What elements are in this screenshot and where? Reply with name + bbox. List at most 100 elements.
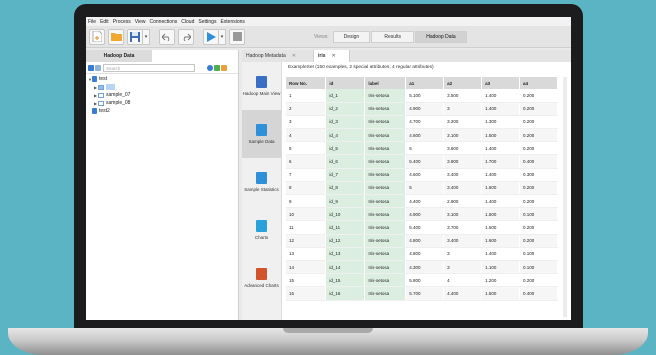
- table-cell: 8: [286, 181, 327, 196]
- menu-extensions[interactable]: Extensions: [220, 19, 244, 25]
- table-row[interactable]: 10 id_10 Iris-setosa 4.900 3.100 1.500 0.100: [286, 207, 558, 222]
- search-input[interactable]: Search: [103, 63, 195, 72]
- column-header[interactable]: Row No.: [286, 77, 327, 89]
- sample-statistics-icon: [256, 171, 267, 184]
- view-hadoop-data-button[interactable]: Hadoop Data: [415, 31, 467, 43]
- column-header[interactable]: a3: [481, 77, 521, 89]
- filter-icon[interactable]: [95, 64, 101, 71]
- close-icon[interactable]: ✕: [292, 53, 296, 59]
- tree-item-test[interactable]: ▼ test: [88, 75, 236, 83]
- nav-hadoop-main-view[interactable]: Hadoop Main View: [242, 62, 281, 110]
- column-header[interactable]: a2: [443, 77, 483, 89]
- tab-iris[interactable]: iris ✕: [314, 50, 350, 62]
- table-row[interactable]: 15 id_15 Iris-setosa 5.800 4 1.200 0.200: [286, 273, 558, 288]
- table-cell: Iris-setosa: [364, 154, 407, 169]
- run-icon: [206, 31, 216, 42]
- table-cell: 3.200: [443, 115, 483, 130]
- menu-settings[interactable]: Settings: [198, 19, 216, 25]
- edit-icon[interactable]: [221, 64, 227, 71]
- table-row[interactable]: 6 id_6 Iris-setosa 5.400 3.900 1.700 0.400: [286, 154, 558, 169]
- nav-charts[interactable]: Charts: [242, 206, 281, 254]
- save-dropdown[interactable]: ▾: [143, 28, 150, 45]
- tab-label: Hadoop Metadata: [246, 53, 286, 59]
- table-row[interactable]: 3 id_3 Iris-setosa 4.700 3.200 1.300 0.200: [286, 115, 558, 130]
- open-button[interactable]: [108, 28, 124, 45]
- new-process-button[interactable]: [89, 28, 105, 45]
- nav-sample-data[interactable]: Sample Data: [242, 110, 281, 158]
- table-row[interactable]: 8 id_8 Iris-setosa 5 3.400 1.500 0.200: [286, 181, 558, 196]
- table-row[interactable]: 11 id_11 Iris-setosa 5.400 3.700 1.500 0.200: [286, 220, 558, 235]
- table-cell: id_1: [325, 89, 366, 103]
- table-cell: 9: [286, 194, 327, 209]
- refresh-icon[interactable]: [207, 64, 213, 71]
- table-cell: 0.100: [519, 207, 558, 222]
- tab-hadoop-metadata[interactable]: Hadoop Metadata ✕: [242, 50, 314, 62]
- nav-advanced-charts[interactable]: Advanced Charts: [242, 254, 281, 302]
- undo-button[interactable]: [159, 28, 175, 45]
- table-cell: 3.400: [443, 181, 483, 196]
- import-icon[interactable]: [214, 64, 220, 71]
- table-cell: id_8: [325, 181, 366, 196]
- stop-button[interactable]: [229, 28, 245, 45]
- menu-connections[interactable]: Connections: [150, 19, 178, 25]
- views-label: Views:: [314, 34, 329, 40]
- table-row[interactable]: 7 id_7 Iris-setosa 4.600 3.400 1.400 0.300: [286, 168, 558, 182]
- run-button[interactable]: [203, 28, 219, 45]
- sample-data-view: ExampleSet (150 examples, 2 special attr…: [282, 62, 571, 320]
- table-row[interactable]: 1 id_1 Iris-setosa 5.100 3.500 1.400 0.200: [286, 89, 558, 103]
- results-tabs: Hadoop Metadata ✕ iris ✕: [242, 50, 571, 62]
- view-results-button[interactable]: Results: [371, 31, 415, 43]
- table-cell: 5.700: [405, 286, 445, 301]
- redo-button[interactable]: [178, 28, 194, 45]
- nav-label: Sample Data: [248, 138, 275, 144]
- save-button[interactable]: [127, 28, 143, 45]
- column-header[interactable]: a1: [405, 77, 445, 89]
- table-cell: 5: [405, 141, 445, 156]
- tree-item-test2[interactable]: test2: [88, 107, 236, 115]
- table-scrollbar[interactable]: [563, 77, 567, 317]
- menu-file[interactable]: File: [88, 19, 96, 25]
- menu-edit[interactable]: Edit: [100, 19, 109, 25]
- add-connection-icon[interactable]: [88, 64, 94, 71]
- table-cell: id_16: [325, 286, 366, 301]
- column-header[interactable]: label: [364, 77, 407, 89]
- tree-item-sample-08[interactable]: ▶ sample_08: [88, 99, 236, 107]
- run-dropdown[interactable]: ▾: [219, 28, 226, 45]
- table-row[interactable]: 14 id_14 Iris-setosa 4.300 3 1.100 0.100: [286, 260, 558, 275]
- column-header[interactable]: a4: [519, 77, 558, 89]
- table-row[interactable]: 9 id_9 Iris-setosa 4.400 2.900 1.400 0.200: [286, 194, 558, 209]
- menu-cloud[interactable]: Cloud: [181, 19, 194, 25]
- table-cell: 4.600: [405, 128, 445, 143]
- table-row[interactable]: 2 id_2 Iris-setosa 4.900 3 1.400 0.200: [286, 102, 558, 116]
- panel-search-row: Search: [86, 62, 238, 74]
- table-cell: 3: [443, 102, 483, 116]
- views-switcher: Views: Design Results Hadoop Data: [314, 31, 468, 43]
- table-cell: 4: [286, 128, 327, 143]
- menu-process[interactable]: Process: [113, 19, 131, 25]
- table-row[interactable]: 16 id_16 Iris-setosa 5.700 4.400 1.500 0.400: [286, 286, 558, 301]
- table-cell: 15: [286, 273, 327, 288]
- table-cell: 1.300: [481, 115, 521, 130]
- laptop-notch: [283, 328, 373, 333]
- tree-item-selected-table[interactable]: ▶: [88, 83, 236, 91]
- table-cell: Iris-setosa: [364, 273, 407, 288]
- table-cell: 4.700: [405, 115, 445, 130]
- table-row[interactable]: 12 id_12 Iris-setosa 4.800 3.400 1.600 0.200: [286, 234, 558, 248]
- connection-icon: [92, 76, 97, 82]
- close-icon[interactable]: ✕: [332, 53, 336, 59]
- hadoop-data-tab[interactable]: Hadoop Data: [86, 50, 152, 62]
- tree-item-sample-07[interactable]: ▶ sample_07: [88, 91, 236, 99]
- stop-icon: [232, 32, 242, 41]
- table-row[interactable]: 4 id_4 Iris-setosa 4.600 3.100 1.500 0.200: [286, 128, 558, 143]
- table-row[interactable]: 5 id_5 Iris-setosa 5 3.600 1.400 0.200: [286, 141, 558, 156]
- table-cell: 1.700: [481, 154, 521, 169]
- menu-view[interactable]: View: [135, 19, 146, 25]
- table-cell: 13: [286, 247, 327, 261]
- nav-sample-statistics[interactable]: Sample Statistics: [242, 158, 281, 206]
- table-row[interactable]: 13 id_13 Iris-setosa 4.800 3 1.400 0.100: [286, 247, 558, 261]
- table-cell: 0.200: [519, 273, 558, 288]
- table-cell: 4: [443, 273, 483, 288]
- view-design-button[interactable]: Design: [332, 31, 371, 43]
- redo-icon: [183, 33, 191, 41]
- column-header[interactable]: id: [325, 77, 366, 89]
